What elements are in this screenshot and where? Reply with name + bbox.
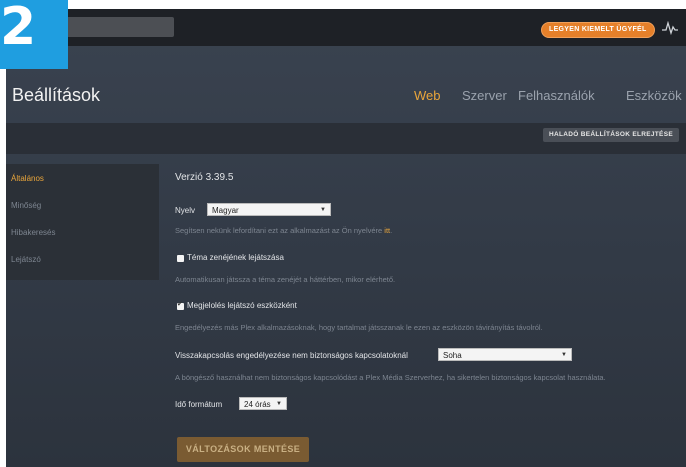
sidebar-item-general[interactable]: Általános bbox=[11, 174, 44, 183]
settings-sidebar: Általános Minőség Hibakeresés Lejátszó bbox=[6, 164, 159, 280]
remote-player-help: Engedélyezés más Plex alkalmazásoknak, h… bbox=[175, 323, 543, 332]
step-number-badge: 2 bbox=[0, 0, 68, 69]
version-text: Verzió 3.39.5 bbox=[175, 172, 234, 183]
insecure-fallback-label: Visszakapcsolás engedélyezése nem bizton… bbox=[175, 351, 408, 360]
language-select-value: Magyar bbox=[212, 206, 239, 215]
theme-music-checkbox[interactable] bbox=[177, 255, 184, 262]
insecure-fallback-help: A böngésző használhat nem biztonságos ka… bbox=[175, 373, 606, 382]
tab-web[interactable]: Web bbox=[414, 88, 441, 103]
page-title: Beállítások bbox=[12, 85, 101, 105]
plex-web-app: LEGYEN KIEMELT ÜGYFÉL Beállítások Web Sz… bbox=[6, 9, 686, 467]
remote-player-checkbox[interactable]: ✔ bbox=[177, 301, 184, 310]
insecure-fallback-value: Soha bbox=[443, 351, 462, 360]
sidebar-item-debug[interactable]: Hibakeresés bbox=[11, 228, 55, 237]
dropdown-arrow-icon: ▼ bbox=[276, 401, 282, 407]
top-bar: LEGYEN KIEMELT ÜGYFÉL bbox=[6, 9, 686, 46]
insecure-fallback-select[interactable]: Soha ▼ bbox=[438, 348, 572, 361]
time-format-value: 24 órás bbox=[244, 400, 271, 409]
save-changes-button[interactable]: VÁLTOZÁSOK MENTÉSE bbox=[177, 437, 309, 462]
premium-button[interactable]: LEGYEN KIEMELT ÜGYFÉL bbox=[541, 22, 655, 38]
toggle-advanced-button[interactable]: HALADÓ BEÁLLÍTÁSOK ELREJTÉSE bbox=[543, 128, 679, 142]
dropdown-arrow-icon: ▼ bbox=[561, 352, 567, 358]
tab-devices[interactable]: Eszközök bbox=[626, 88, 682, 103]
check-icon: ✔ bbox=[177, 301, 183, 308]
activity-icon[interactable] bbox=[662, 21, 678, 35]
remote-player-label: Megjelolés lejátszó eszközként bbox=[187, 301, 297, 310]
sidebar-item-quality[interactable]: Minőség bbox=[11, 201, 41, 210]
language-label: Nyelv bbox=[175, 206, 196, 215]
theme-music-help: Automatikusan játssza a téma zenéjét a h… bbox=[175, 275, 396, 284]
tab-users[interactable]: Felhasználók bbox=[518, 88, 595, 103]
language-select[interactable]: Magyar ▼ bbox=[207, 203, 331, 216]
dropdown-arrow-icon: ▼ bbox=[320, 207, 326, 213]
time-format-select[interactable]: 24 órás ▼ bbox=[239, 397, 287, 410]
tab-server[interactable]: Szerver bbox=[462, 88, 507, 103]
theme-music-label: Téma zenéjének lejátszása bbox=[187, 253, 284, 262]
language-help: Segítsen nekünk lefordítani ezt az alkal… bbox=[175, 226, 393, 235]
time-format-label: Idő formátum bbox=[175, 400, 223, 409]
search-input[interactable] bbox=[64, 17, 174, 37]
sidebar-item-player[interactable]: Lejátszó bbox=[11, 255, 41, 264]
